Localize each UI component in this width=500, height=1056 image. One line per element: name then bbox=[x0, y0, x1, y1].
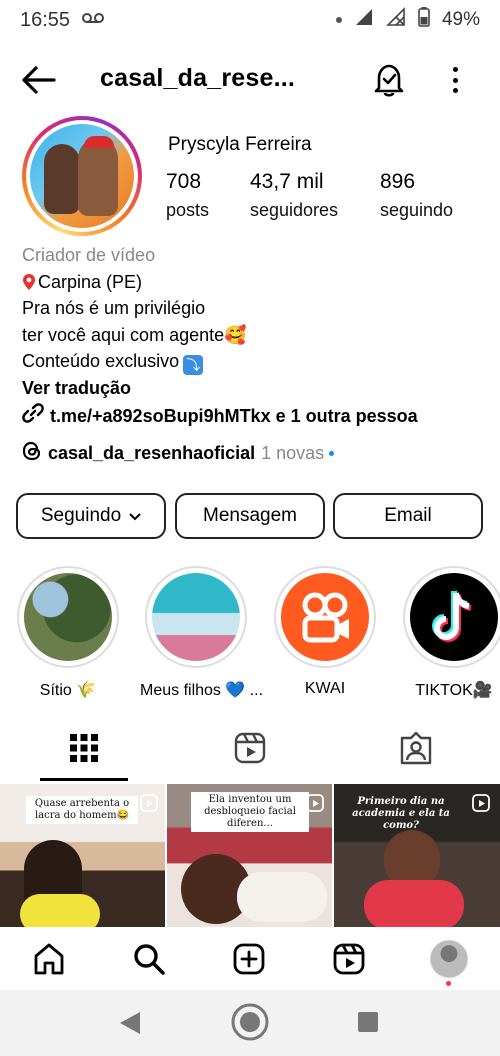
stat-following[interactable]: 896 seguindo bbox=[380, 170, 453, 221]
story-highlight[interactable]: TIKTOK🎥 bbox=[402, 566, 500, 700]
bio-link-text: t.me/+a892soBupi9hMTkx e 1 outra pessoa bbox=[50, 406, 418, 426]
status-bar: 16:55 49% bbox=[0, 0, 500, 40]
stat-followers[interactable]: 43,7 mil seguidores bbox=[250, 170, 338, 221]
stat-label: seguidores bbox=[250, 200, 339, 220]
profile-header: casal_da_rese... bbox=[0, 52, 500, 108]
highlight-label: TIKTOK🎥 bbox=[415, 682, 493, 699]
arrow-down-emoji-icon: ⤵ bbox=[183, 355, 204, 375]
stat-value: 43,7 mil bbox=[250, 170, 324, 193]
profile-avatar[interactable] bbox=[22, 116, 142, 236]
bio-location-line: Carpina (PE) bbox=[22, 269, 492, 296]
tab-reels-icon[interactable] bbox=[232, 730, 268, 766]
location-pin-icon bbox=[22, 272, 36, 290]
bio-location: Carpina (PE) bbox=[38, 271, 143, 292]
chevron-down-icon bbox=[129, 505, 141, 527]
tiktok-logo-icon bbox=[410, 573, 498, 661]
tab-tagged-icon[interactable] bbox=[398, 730, 434, 766]
posts-grid: Quase arrebenta o lacra do homem😂 Ela in… bbox=[0, 784, 500, 927]
kwai-logo-icon bbox=[281, 573, 369, 661]
highlight-label: Meus filhos 💙 ... bbox=[140, 682, 264, 699]
status-time: 16:55 bbox=[20, 8, 71, 31]
post-caption: Primeiro dia na academia e ela ta como? bbox=[352, 796, 450, 831]
notification-dot bbox=[446, 981, 451, 986]
highlight-label: KWAI bbox=[304, 680, 346, 697]
highlight-cover bbox=[24, 573, 112, 661]
battery-icon bbox=[418, 7, 430, 33]
system-back-icon[interactable] bbox=[118, 1010, 142, 1041]
system-navigation-bar bbox=[0, 990, 500, 1056]
bio-line: Pra nós é um privilégio bbox=[22, 298, 206, 318]
post-caption: Ela inventou um desbloqueio facial difer… bbox=[191, 792, 309, 832]
email-button-label: Email bbox=[384, 505, 432, 526]
tab-grid-icon[interactable] bbox=[66, 730, 102, 766]
system-recents-icon[interactable] bbox=[357, 1011, 379, 1038]
threads-icon bbox=[22, 440, 42, 467]
story-highlight[interactable]: KWAI bbox=[273, 566, 377, 698]
profile-username: casal_da_rese... bbox=[100, 64, 296, 92]
battery-percent: 49% bbox=[441, 9, 480, 30]
create-post-icon[interactable] bbox=[232, 942, 266, 976]
story-highlight[interactable]: Sítio 🌾 bbox=[16, 566, 120, 700]
threads-new-count: 1 novas bbox=[261, 443, 325, 463]
signal-icon bbox=[354, 7, 374, 33]
message-button-label: Mensagem bbox=[203, 505, 297, 526]
threads-badge[interactable]: casal_da_resenhaoficial 1 novas bbox=[22, 440, 335, 467]
story-highlight[interactable]: Meus filhos 💙 ... bbox=[140, 566, 264, 700]
see-translation-link[interactable]: Ver tradução bbox=[22, 375, 492, 402]
following-button-label: Seguindo bbox=[40, 505, 122, 526]
stat-label: seguindo bbox=[380, 200, 454, 220]
stat-label: posts bbox=[166, 200, 210, 220]
notification-bell-icon[interactable] bbox=[372, 62, 406, 98]
bio-line: Conteúdo exclusivo bbox=[22, 351, 180, 371]
stat-value: 708 bbox=[166, 170, 202, 193]
profile-avatar-tab[interactable] bbox=[430, 940, 468, 978]
search-icon[interactable] bbox=[132, 942, 166, 976]
reel-icon bbox=[306, 794, 324, 817]
back-arrow-icon[interactable] bbox=[20, 64, 60, 96]
reel-icon bbox=[140, 794, 158, 817]
email-button[interactable]: Email bbox=[333, 493, 483, 539]
highlight-label: Sítio 🌾 bbox=[39, 682, 97, 699]
stat-posts[interactable]: 708 posts bbox=[166, 170, 209, 221]
profile-category: Criador de vídeo bbox=[22, 245, 156, 265]
threads-handle: casal_da_resenhaoficial bbox=[48, 443, 256, 463]
bottom-navigation bbox=[0, 928, 500, 990]
bio-line: ter você aqui com agente🥰 bbox=[22, 324, 247, 345]
no-wifi-icon bbox=[386, 7, 406, 33]
more-options-icon[interactable] bbox=[446, 64, 464, 96]
reel-icon bbox=[472, 794, 490, 817]
post-caption: Quase arrebenta o lacra do homem😂 bbox=[26, 796, 138, 824]
profile-bio: Criador de vídeo Carpina (PE) Pra nós é … bbox=[22, 242, 492, 431]
new-indicator-dot bbox=[329, 451, 335, 456]
following-button[interactable]: Seguindo bbox=[16, 493, 166, 539]
stat-value: 896 bbox=[380, 170, 416, 193]
home-icon[interactable] bbox=[32, 942, 66, 976]
profile-tabs bbox=[0, 720, 500, 782]
system-home-icon[interactable] bbox=[230, 1002, 270, 1047]
bio-exclusive-line: Conteúdo exclusivo ⤵ bbox=[22, 348, 492, 375]
link-icon bbox=[22, 402, 44, 432]
reels-icon[interactable] bbox=[332, 942, 366, 976]
active-tab-indicator bbox=[40, 778, 128, 781]
voicemail-icon bbox=[82, 11, 105, 29]
bio-link[interactable]: t.me/+a892soBupi9hMTkx e 1 outra pessoa bbox=[22, 402, 492, 432]
highlight-cover bbox=[152, 573, 240, 661]
message-button[interactable]: Mensagem bbox=[175, 493, 325, 539]
profile-display-name: Pryscyla Ferreira bbox=[168, 134, 312, 155]
notification-dot-icon bbox=[335, 17, 342, 23]
